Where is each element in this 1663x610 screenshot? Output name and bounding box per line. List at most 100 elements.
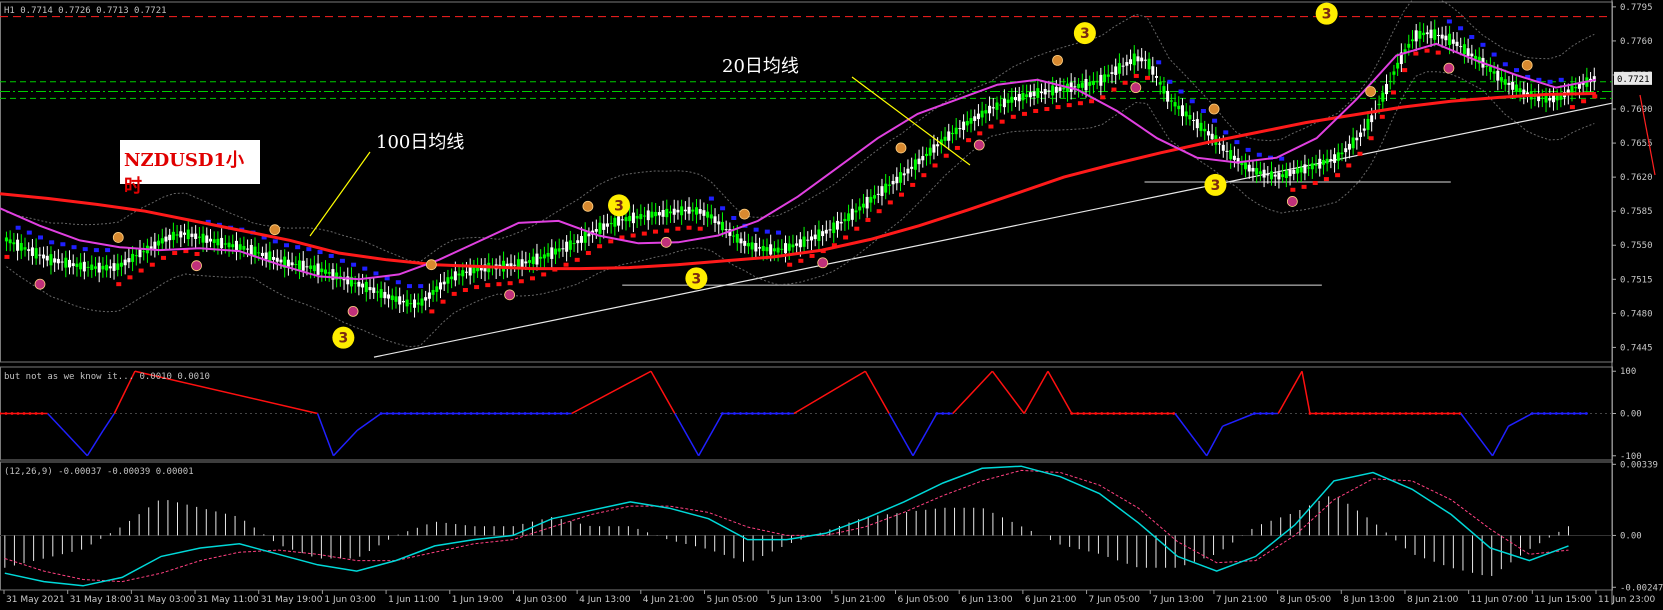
candle — [709, 204, 713, 225]
panel-frame-3 — [0, 461, 1613, 591]
osc-dot — [415, 412, 419, 415]
osc-dot — [1560, 412, 1564, 415]
step-marker — [395, 280, 401, 285]
candle — [1021, 84, 1025, 110]
step-marker — [1212, 118, 1218, 123]
candle — [828, 220, 832, 238]
candle — [576, 234, 580, 253]
candle — [320, 262, 324, 282]
osc-segment-23 — [1023, 370, 1049, 414]
candle — [1522, 81, 1526, 105]
step-marker — [843, 235, 849, 240]
candle — [1106, 64, 1110, 84]
candle — [643, 206, 647, 225]
candle — [416, 293, 420, 313]
step-marker — [921, 173, 927, 178]
step-marker — [1021, 111, 1027, 116]
candle — [1281, 164, 1285, 183]
step-marker — [1144, 75, 1150, 80]
candle — [899, 163, 903, 192]
candle — [390, 288, 394, 310]
ma100-label: 100日均线 — [376, 132, 465, 153]
step-marker — [1390, 90, 1396, 95]
candle — [520, 250, 524, 277]
candle — [910, 157, 914, 177]
candle — [1333, 147, 1337, 173]
step-marker — [160, 255, 166, 260]
candle — [405, 290, 409, 314]
candle — [550, 239, 554, 268]
candle — [817, 220, 821, 250]
osc-dot — [745, 412, 748, 415]
osc-dot — [1368, 412, 1372, 415]
candle — [587, 227, 591, 246]
step-marker — [138, 268, 144, 273]
signal-marker-label-3: 3 — [1080, 26, 1090, 42]
candle — [988, 96, 992, 121]
step-marker — [462, 288, 468, 292]
candle — [420, 289, 424, 314]
candle — [346, 267, 350, 293]
osc-dot — [511, 412, 515, 415]
osc-dot — [475, 412, 479, 415]
candle — [661, 200, 665, 225]
osc-tick-label-1: 0.00 — [1620, 410, 1642, 420]
step-marker — [1122, 80, 1128, 85]
osc-dot — [1398, 412, 1402, 415]
candle — [917, 149, 921, 173]
candle — [23, 237, 27, 257]
osc-dot — [439, 412, 443, 415]
candle — [383, 282, 387, 305]
trading-chart[interactable]: 0.77950.77600.77250.76900.76550.76200.75… — [0, 0, 1663, 610]
candle — [1147, 52, 1151, 79]
step-marker — [1055, 105, 1061, 110]
candle — [954, 118, 958, 141]
time-tick-label-25: 11 Jun 23:00 — [1598, 595, 1655, 605]
step-marker — [172, 251, 178, 256]
osc-segment-3 — [86, 430, 104, 457]
candle — [876, 185, 880, 204]
candle — [153, 232, 157, 258]
step-marker — [1446, 19, 1452, 24]
candle — [1017, 86, 1021, 111]
candle — [1362, 118, 1366, 137]
candle — [123, 251, 127, 275]
candle — [82, 252, 86, 280]
step-marker — [1458, 26, 1464, 31]
candle — [928, 139, 932, 165]
candle — [298, 252, 302, 280]
candle — [1114, 58, 1118, 85]
candle — [379, 281, 383, 308]
candle — [1277, 164, 1281, 189]
candle — [1155, 66, 1159, 86]
candle — [542, 246, 546, 268]
candle — [90, 255, 94, 278]
candle — [1169, 93, 1173, 112]
candle — [1440, 26, 1444, 48]
candle — [1511, 73, 1515, 99]
step-marker — [876, 209, 882, 214]
osc-dot — [1338, 412, 1342, 415]
fractal-dot — [191, 260, 202, 272]
step-marker — [787, 262, 793, 267]
osc-dot — [1106, 412, 1110, 415]
candle — [4, 231, 8, 252]
candle — [1077, 77, 1081, 98]
step-marker — [1502, 62, 1508, 67]
step-marker — [630, 233, 636, 238]
candle — [105, 255, 109, 278]
osc-dot — [1130, 412, 1134, 415]
candle — [431, 280, 435, 302]
step-marker — [1089, 99, 1095, 104]
step-marker — [127, 275, 133, 280]
candle — [64, 250, 68, 278]
candle — [97, 256, 101, 283]
candle — [1514, 74, 1518, 98]
osc-dot — [1100, 412, 1104, 415]
candle — [1173, 93, 1177, 115]
candle — [442, 271, 446, 291]
candle — [780, 239, 784, 256]
candle — [943, 127, 947, 148]
candle — [1466, 38, 1470, 63]
time-tick-label-6: 1 Jun 11:00 — [388, 595, 440, 605]
